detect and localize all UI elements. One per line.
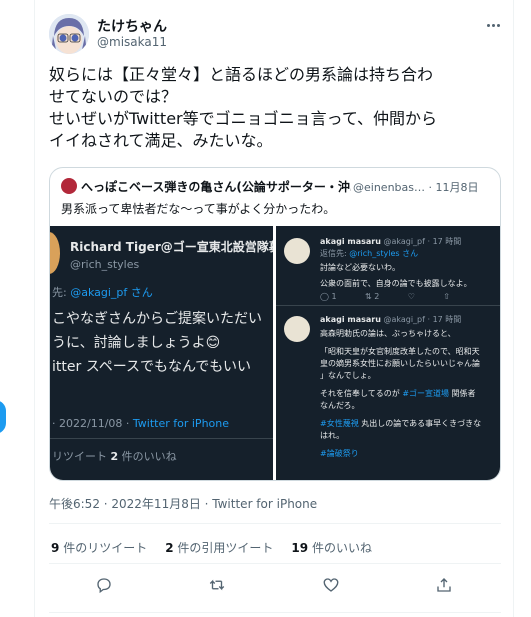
- screenshot-post-name: akagi masaru: [320, 315, 381, 324]
- screenshot-text-line: #女性蔑視 丸出しの論である事早くきづきな: [320, 418, 481, 429]
- screenshot-stats-prefix: リツイート: [52, 450, 107, 463]
- share-icon[interactable]: [431, 572, 457, 598]
- screenshot-likes-label: 件のいいね: [121, 450, 177, 463]
- screenshot-avatar: [50, 232, 60, 274]
- screenshot-text-line: 高森明勅氏の論は、ぶっちゃけると、: [320, 329, 456, 338]
- anime-avatar-image: [49, 14, 89, 54]
- author-handle[interactable]: @misaka11: [97, 35, 167, 49]
- screenshot-like-icon: ♡: [407, 292, 415, 301]
- more-icon[interactable]: [481, 16, 505, 34]
- tweet-stats: 9 件のリツイート 2 件の引用ツイート 19 件のいいね: [51, 539, 372, 556]
- screenshot-share-icon: ⇧: [443, 292, 450, 301]
- screenshot-retweet-count: 2: [374, 292, 380, 301]
- retweets-label: 件のリツイート: [63, 541, 148, 555]
- author-name[interactable]: たけちゃん: [97, 16, 167, 36]
- screenshot-text-segment: 関係者: [449, 389, 476, 398]
- quotes-stat[interactable]: 2 件の引用ツイート: [165, 539, 273, 556]
- screenshot-reply-icon: ◯ 1: [320, 292, 337, 301]
- quoted-media-image-1[interactable]: Richard Tiger@ゴー宣東北設営隊募集… @rich_styles 先…: [50, 226, 273, 480]
- author-avatar[interactable]: [49, 14, 89, 54]
- screenshot-reply-handle: @akagi_pf さん: [70, 286, 153, 299]
- screenshot-hashtag: #ゴー宣道場: [402, 389, 450, 398]
- tweet-detail: たけちゃん @misaka11 奴らには【正々堂々】と語るほどの男系論は持ち合わ…: [35, 0, 513, 617]
- retweet-icon[interactable]: [204, 572, 230, 598]
- reply-icon[interactable]: [91, 572, 117, 598]
- screenshot-actions: ◯ 1 ⇅ 2 ♡ ⇧: [320, 292, 450, 301]
- screenshot-reply-count: 1: [331, 292, 337, 301]
- divider: [49, 563, 501, 564]
- divider: [49, 523, 501, 524]
- quoted-media-image-2[interactable]: akagi masaru @akagi_pf · 17 時間 返信先: @ric…: [276, 226, 500, 480]
- screenshot-client: Twitter for iPhone: [132, 417, 230, 430]
- screenshot-divider: [276, 305, 500, 306]
- quoted-author-handle-time: @einenbas… · 11月8日: [353, 181, 479, 194]
- screenshot-stats: リツイート 2 件のいいね: [52, 448, 177, 464]
- retweets-count: 9: [51, 541, 60, 555]
- tweet-text-line: せてないのでは？: [49, 87, 178, 106]
- tweet-text: 奴らには【正々堂々】と語るほどの男系論は持ち合わ せてないのでは？ せいぜいがT…: [49, 64, 509, 152]
- screenshot-text-line: 皇の嫡男系女性にお願いしたらいいじゃん論: [320, 359, 480, 368]
- screenshot-reply-prefix: 返信先:: [320, 249, 347, 258]
- screenshot-text-segment: 丸出しの論である事早くきづきな: [361, 419, 482, 428]
- screenshot-user-name: Richard Tiger@ゴー宣東北設営隊募集…: [70, 240, 273, 254]
- screenshot-text-line: こやなぎさんからご提案いただい: [52, 311, 262, 327]
- screenshot-hashtag: #女性蔑視: [320, 419, 359, 428]
- screenshot-time-prefix: · 2022/11/08 ·: [52, 417, 130, 430]
- screenshot-post-meta: @akagi_pf · 17 時間: [383, 237, 462, 246]
- retweets-stat[interactable]: 9 件のリツイート: [51, 539, 147, 556]
- screenshot-reply-to: 返信先: @rich_styles さん: [320, 248, 418, 259]
- like-icon[interactable]: [318, 572, 344, 598]
- screenshot-avatar: [284, 316, 310, 342]
- screenshot-likes-count: 2: [110, 450, 119, 463]
- screenshot-divider: [50, 438, 273, 439]
- screenshot-text-line: はれ。: [320, 431, 345, 440]
- screenshot-post-meta: @akagi_pf · 17 時間: [383, 315, 462, 324]
- screenshot-reply-to: 先: @akagi_pf さん: [52, 284, 153, 300]
- screenshot-text-segment: それを信奉してるのが: [320, 389, 400, 398]
- likes-count: 19: [291, 541, 309, 555]
- quoted-author-name: へっぽこベース弾きの亀さん(公論サポーター・沖…: [81, 180, 351, 194]
- likes-stat[interactable]: 19 件のいいね: [291, 539, 372, 556]
- tweet-text-line: 奴らには【正々堂々】と語るほどの男系論は持ち合わ: [49, 65, 434, 84]
- screenshot-reply-handle: @rich_styles さん: [349, 249, 419, 258]
- screenshot-text-line: 「昭和天皇が女官制度改革したので、昭和天: [320, 347, 480, 356]
- screenshot-text-line: うに、討論しましょうよ😊: [52, 335, 221, 351]
- screenshot-post-header: akagi masaru @akagi_pf · 17 時間: [320, 236, 461, 247]
- screenshot-avatar: [284, 238, 310, 264]
- column-border-right: [513, 0, 514, 617]
- quoted-tweet-card[interactable]: へっぽこベース弾きの亀さん(公論サポーター・沖… @einenbas… · 11…: [49, 167, 501, 481]
- screenshot-text-line: itter スペースでもなんでもいい: [52, 359, 252, 375]
- quotes-label: 件の引用ツイート: [177, 541, 274, 555]
- screenshot-post-name: akagi masaru: [320, 237, 381, 246]
- compose-tweet-button[interactable]: [0, 400, 6, 434]
- quotes-count: 2: [165, 541, 174, 555]
- screenshot-text-line: 討論など必要ないわ。: [320, 263, 400, 272]
- screenshot-time: · 2022/11/08 · Twitter for iPhone: [52, 417, 229, 430]
- quoted-tweet-text: 男系派って卑怯者だな〜って事がよく分かったわ。: [61, 202, 336, 216]
- screenshot-user-handle: @rich_styles: [70, 258, 140, 271]
- tweet-timestamp[interactable]: 午後6:52 · 2022年11月8日 · Twitter for iPhone: [49, 495, 317, 512]
- tweet-text-line: せいぜいがTwitter等でゴニョゴニョ言って、仲間から: [49, 109, 438, 128]
- screenshot-text-line: それを信奉してるのが #ゴー宣道場 関係者: [320, 388, 476, 399]
- tweet-actions: [91, 572, 457, 598]
- screenshot-hashtag: #論破祭り: [320, 449, 359, 458]
- screenshot-text-line: 」なんでしょ。: [320, 371, 376, 380]
- screenshot-reply-prefix: 先:: [52, 286, 67, 299]
- divider: [49, 612, 501, 613]
- likes-label: 件のいいね: [311, 541, 372, 555]
- tweet-text-line: イイねされて満足、みたいな。: [49, 131, 273, 150]
- screenshot-text-line: なんだろ。: [320, 401, 360, 410]
- quoted-author-avatar: [61, 178, 77, 194]
- screenshot-retweet-icon: ⇅ 2: [364, 292, 380, 301]
- screenshot-text-line: 公衆の面前で、自身の論でも披露しなよ。: [320, 279, 472, 288]
- screenshot-post-header: akagi masaru @akagi_pf · 17 時間: [320, 314, 461, 325]
